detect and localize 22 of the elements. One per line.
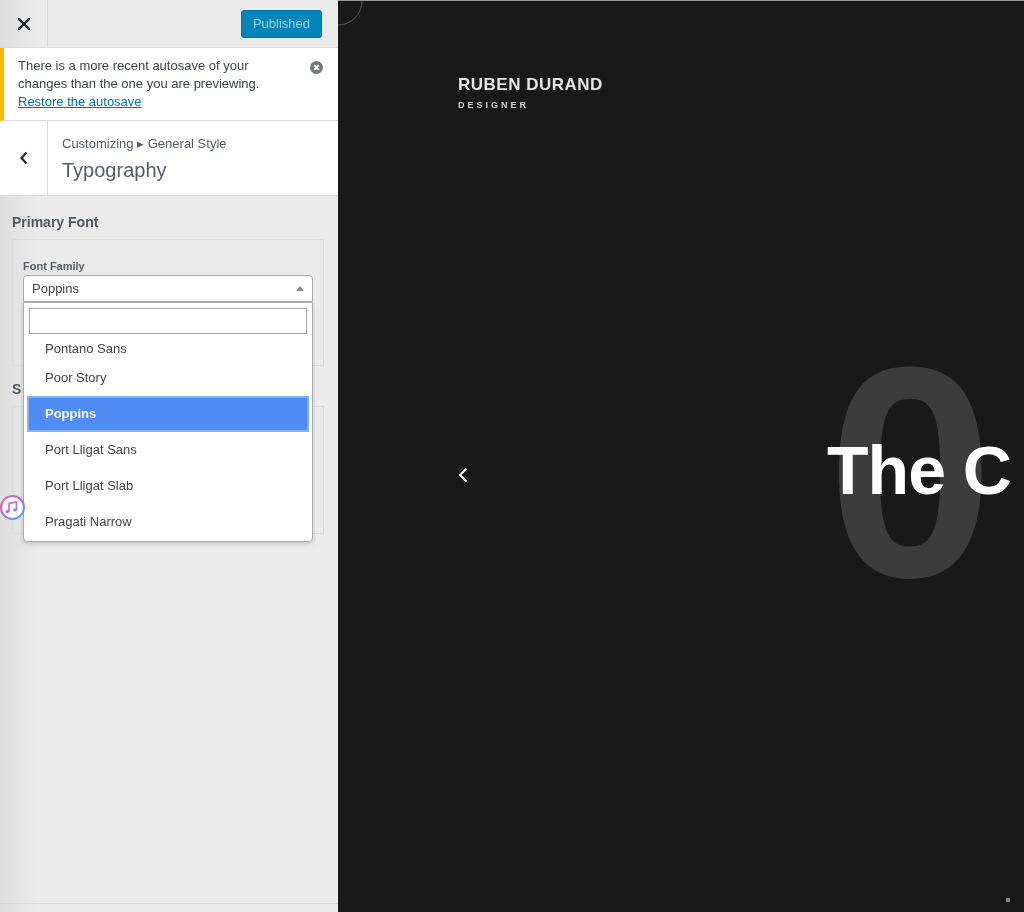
section-title: Typography — [62, 158, 168, 183]
site-title[interactable]: RUBEN DURAND — [458, 75, 603, 95]
select-value: Poppins — [32, 279, 79, 298]
close-icon — [17, 17, 30, 30]
chevron-left-icon — [19, 151, 28, 165]
restore-autosave-link[interactable]: Restore the autosave — [18, 94, 142, 109]
font-option[interactable]: Port Lligat Slab — [27, 468, 309, 504]
font-option[interactable]: Pragati Narrow — [27, 504, 309, 540]
caret-up-icon — [296, 286, 304, 291]
font-option[interactable]: Pontano Sans — [27, 334, 309, 360]
close-circle-icon[interactable] — [310, 61, 323, 74]
font-family-select[interactable]: Poppins — [23, 275, 313, 302]
section-heading: Primary Font — [12, 213, 100, 232]
search-field[interactable] — [29, 308, 307, 334]
font-option[interactable]: Port Lligat Sans — [27, 432, 309, 468]
field-label: Font Family — [23, 259, 86, 273]
site-tagline: DESIGNER — [458, 99, 529, 111]
font-option[interactable]: Poor Story — [27, 360, 309, 396]
chevron-left-icon[interactable] — [458, 467, 468, 483]
arc-icon — [338, 1, 363, 26]
breadcrumb-text: Customizing ▸ General Style — [62, 135, 227, 153]
autosave-notice-text: There is a more recent autosave of your changes than the one you are previewing. Restore the autosave — [18, 57, 261, 111]
